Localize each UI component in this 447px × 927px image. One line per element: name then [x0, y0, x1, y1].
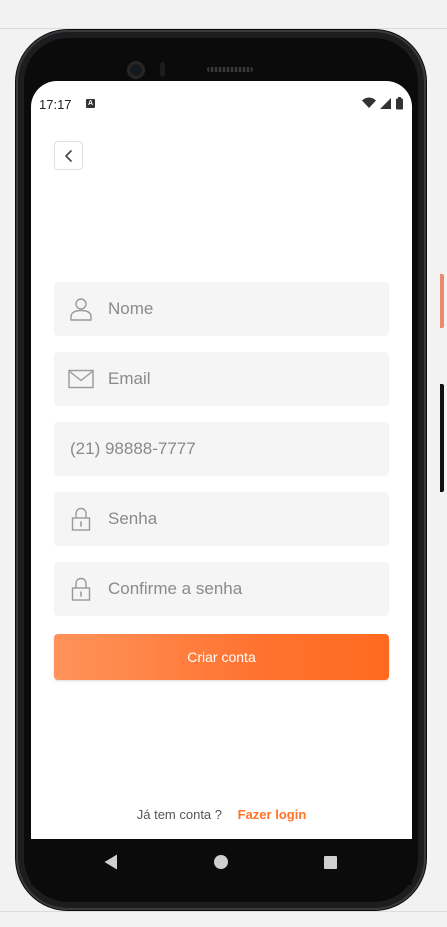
confirm-password-field[interactable] — [54, 562, 389, 616]
password-field[interactable] — [54, 492, 389, 546]
create-account-button[interactable]: Criar conta — [54, 634, 389, 680]
notification-icon: A — [86, 99, 95, 108]
system-nav-bar — [31, 839, 412, 885]
password-input[interactable] — [108, 492, 378, 546]
front-camera — [127, 61, 145, 79]
back-button[interactable] — [54, 141, 83, 170]
nav-recents-icon[interactable] — [324, 856, 337, 869]
earpiece-speaker — [207, 67, 253, 72]
login-link[interactable]: Fazer login — [238, 807, 307, 822]
status-icons — [362, 97, 403, 110]
email-input[interactable] — [108, 352, 378, 406]
proximity-sensor — [160, 62, 165, 77]
login-question: Já tem conta ? — [136, 807, 223, 822]
signal-icon — [380, 98, 391, 109]
user-icon — [70, 298, 92, 321]
confirm-password-input[interactable] — [108, 562, 378, 616]
mail-icon — [68, 369, 94, 389]
wifi-icon — [362, 97, 376, 108]
lock-icon — [71, 507, 91, 531]
login-prompt: Já tem conta ? Fazer login — [31, 807, 412, 822]
name-input[interactable] — [108, 282, 378, 336]
page-divider-bottom — [0, 911, 447, 912]
nav-home-icon[interactable] — [214, 855, 228, 869]
lock-icon — [71, 577, 91, 601]
name-field[interactable] — [54, 282, 389, 336]
power-button — [440, 274, 444, 328]
phone-field[interactable] — [54, 422, 389, 476]
email-field[interactable] — [54, 352, 389, 406]
chevron-left-icon — [64, 149, 72, 162]
app-screen: 17:17 A Nome Email (21) 98888-7777 Criar… — [31, 81, 412, 839]
page-divider-top — [0, 28, 447, 29]
nav-back-icon[interactable] — [104, 854, 118, 870]
phone-input[interactable] — [70, 422, 380, 476]
battery-icon — [396, 98, 403, 110]
status-time: 17:17 — [39, 97, 72, 112]
status-bar: 17:17 A — [31, 81, 412, 127]
volume-button — [440, 384, 444, 492]
